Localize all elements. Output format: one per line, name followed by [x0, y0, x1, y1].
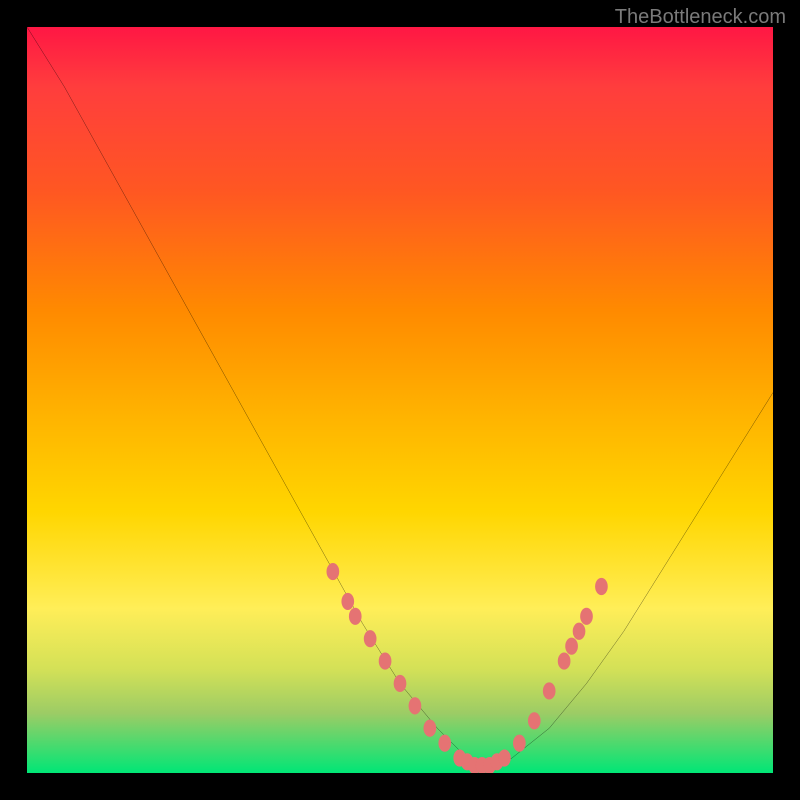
marker-dot: [595, 578, 608, 595]
marker-dot: [498, 750, 511, 767]
plot-area: [27, 27, 773, 773]
chart-svg: [27, 27, 773, 773]
marker-dot: [341, 593, 354, 610]
marker-dot: [565, 638, 578, 655]
chart-container: TheBottleneck.com: [0, 0, 800, 800]
marker-dot: [580, 608, 593, 625]
marker-dot: [379, 653, 392, 670]
marker-dot: [558, 653, 571, 670]
marker-dot: [327, 563, 340, 580]
marker-dot: [394, 675, 407, 692]
marker-dot: [513, 735, 526, 752]
watermark-text: TheBottleneck.com: [615, 6, 786, 29]
marker-dot: [364, 630, 377, 647]
marker-dot: [438, 735, 451, 752]
marker-dot: [423, 720, 436, 737]
marker-dot: [409, 697, 422, 714]
marker-dot: [349, 608, 362, 625]
bottleneck-curve: [27, 27, 773, 766]
marker-dot: [543, 682, 556, 699]
marker-dot: [528, 712, 541, 729]
highlight-markers: [327, 563, 608, 773]
marker-dot: [573, 623, 586, 640]
